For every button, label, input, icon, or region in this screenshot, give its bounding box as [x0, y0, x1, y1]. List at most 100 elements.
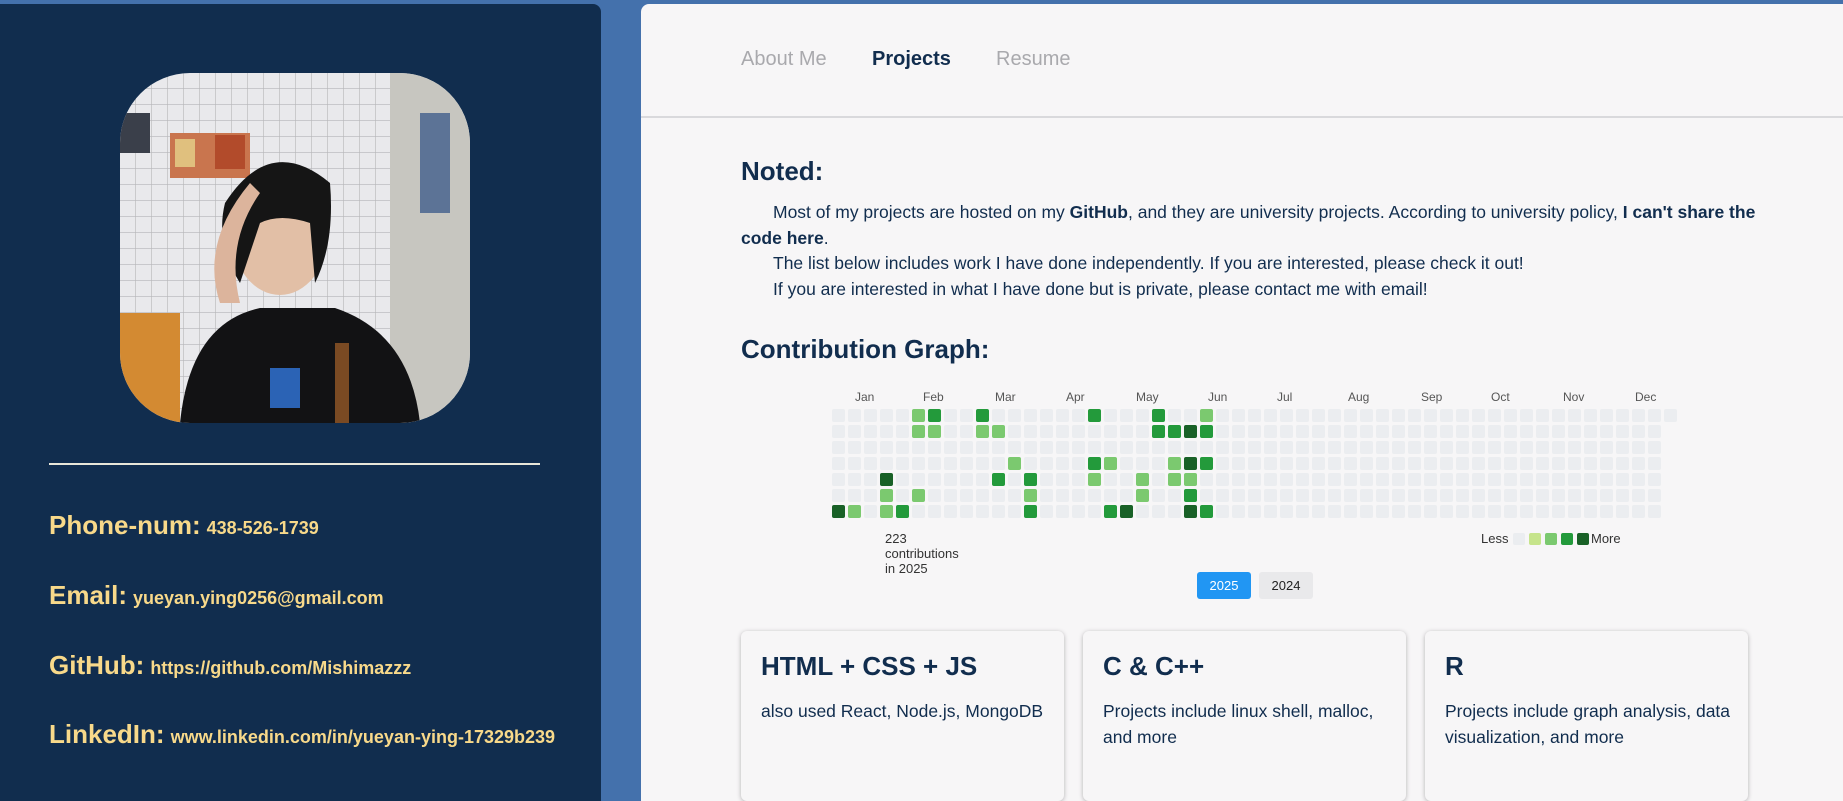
contribution-day: [848, 425, 861, 438]
contribution-day: [1024, 441, 1037, 454]
legend-box: [1545, 533, 1557, 545]
project-card-c[interactable]: C & C++ Projects include linux shell, ma…: [1083, 631, 1406, 801]
contribution-day: [1520, 473, 1533, 486]
contribution-day: [1632, 457, 1645, 470]
contribution-day: [1136, 505, 1149, 518]
contribution-day: [1312, 473, 1325, 486]
contribution-day: [1616, 441, 1629, 454]
contribution-day: [1264, 473, 1277, 486]
contribution-day: [1056, 409, 1069, 422]
contribution-day: [912, 505, 925, 518]
contribution-day: [1248, 489, 1261, 502]
contribution-day: [1056, 489, 1069, 502]
contribution-day: [1568, 473, 1581, 486]
contribution-day: [1472, 425, 1485, 438]
contribution-day: [1280, 457, 1293, 470]
contribution-day: [896, 505, 909, 518]
year-2025-button[interactable]: 2025: [1197, 572, 1251, 599]
contribution-day: [1264, 425, 1277, 438]
contribution-day: [1440, 425, 1453, 438]
contribution-day: [1072, 441, 1085, 454]
contribution-day: [1504, 441, 1517, 454]
contribution-day: [1456, 425, 1469, 438]
contribution-day: [1008, 473, 1021, 486]
noted-line-1-c: , and they are university projects. Acco…: [1127, 202, 1623, 222]
contribution-day: [1584, 425, 1597, 438]
contribution-day: [1408, 425, 1421, 438]
contribution-day: [912, 441, 925, 454]
contribution-day: [896, 457, 909, 470]
contribution-day: [1568, 441, 1581, 454]
contribution-day: [1296, 441, 1309, 454]
contribution-day: [1632, 409, 1645, 422]
contribution-day: [864, 457, 877, 470]
nav-about-me[interactable]: About Me: [741, 48, 827, 71]
contribution-day: [1504, 489, 1517, 502]
contribution-day: [912, 489, 925, 502]
contribution-day: [1072, 489, 1085, 502]
contribution-day: [1184, 457, 1197, 470]
contribution-day: [1440, 441, 1453, 454]
contribution-day: [992, 473, 1005, 486]
contribution-day: [992, 409, 1005, 422]
year-2024-button[interactable]: 2024: [1259, 572, 1313, 599]
contribution-day: [1120, 425, 1133, 438]
contribution-day: [1120, 505, 1133, 518]
contribution-day: [1520, 489, 1533, 502]
contribution-day: [1392, 457, 1405, 470]
contribution-day: [1648, 457, 1661, 470]
contribution-day: [1456, 473, 1469, 486]
project-card-r[interactable]: R Projects include graph analysis, data …: [1425, 631, 1748, 801]
contribution-day: [1536, 473, 1549, 486]
contribution-day: [1072, 409, 1085, 422]
contribution-day: [1296, 489, 1309, 502]
contribution-day: [832, 489, 845, 502]
contribution-day: [1328, 425, 1341, 438]
noted-heading: Noted:: [741, 156, 824, 186]
contribution-day: [1168, 489, 1181, 502]
contribution-day: [1168, 441, 1181, 454]
contribution-day: [1648, 473, 1661, 486]
contribution-day: [960, 425, 973, 438]
contribution-day: [1104, 489, 1117, 502]
month-label: Feb: [923, 390, 944, 404]
contribution-day: [1376, 409, 1389, 422]
contribution-day: [1072, 425, 1085, 438]
contribution-day: [832, 425, 845, 438]
month-label: Mar: [995, 390, 1016, 404]
contribution-day: [944, 441, 957, 454]
contribution-day: [1056, 457, 1069, 470]
email-value[interactable]: yueyan.ying0256@gmail.com: [133, 588, 384, 608]
contribution-day: [1104, 457, 1117, 470]
contribution-day: [1136, 473, 1149, 486]
noted-text: Most of my projects are hosted on my Git…: [741, 200, 1771, 302]
github-link[interactable]: https://github.com/Mishimazzz: [150, 658, 411, 678]
contribution-day: [1088, 457, 1101, 470]
nav-resume[interactable]: Resume: [996, 48, 1070, 71]
nav-projects[interactable]: Projects: [872, 48, 951, 71]
linkedin-link[interactable]: www.linkedin.com/in/yueyan-ying-17329b23…: [171, 727, 555, 747]
contribution-day: [1104, 505, 1117, 518]
contribution-day: [1040, 505, 1053, 518]
contribution-day: [896, 425, 909, 438]
contribution-day: [1040, 457, 1053, 470]
contribution-day: [1488, 473, 1501, 486]
contribution-day: [1280, 441, 1293, 454]
contribution-day: [1600, 489, 1613, 502]
contribution-day: [880, 457, 893, 470]
contribution-day: [1120, 489, 1133, 502]
contribution-day: [1248, 409, 1261, 422]
contribution-day: [1184, 441, 1197, 454]
contribution-day: [1312, 441, 1325, 454]
contribution-day: [1216, 457, 1229, 470]
contribution-day: [1280, 505, 1293, 518]
contribution-day: [1328, 409, 1341, 422]
contribution-day: [912, 409, 925, 422]
contribution-day: [1616, 457, 1629, 470]
contribution-day: [928, 473, 941, 486]
contribution-day: [1520, 425, 1533, 438]
contribution-day: [1472, 441, 1485, 454]
contribution-day: [1216, 505, 1229, 518]
project-card-web[interactable]: HTML + CSS + JS also used React, Node.js…: [741, 631, 1064, 801]
contribution-day: [1168, 425, 1181, 438]
